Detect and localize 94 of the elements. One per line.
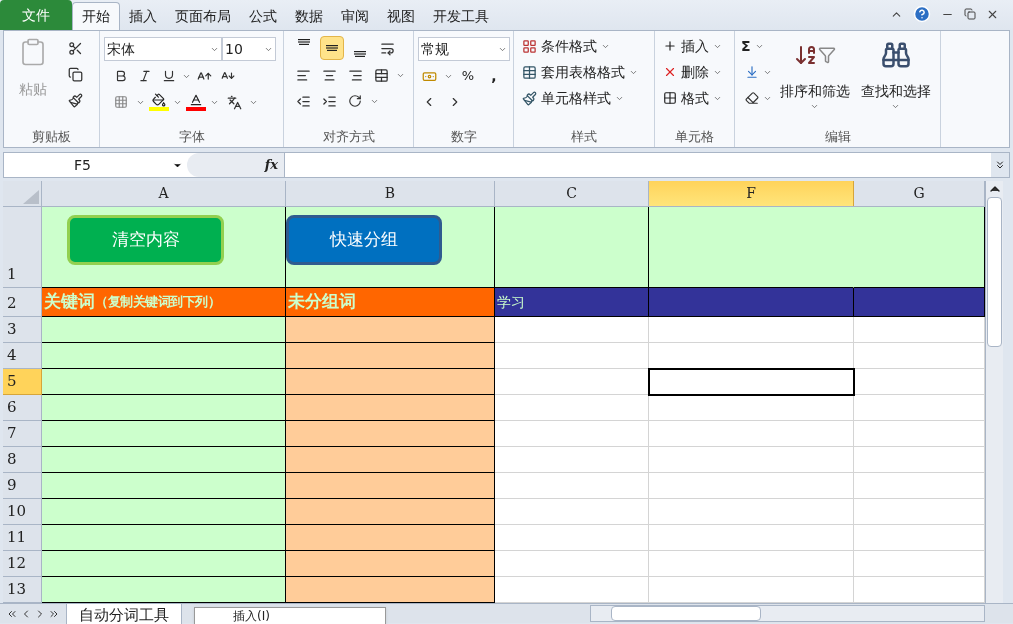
percent-button[interactable]: % bbox=[457, 66, 479, 86]
group-title: 字体 bbox=[178, 129, 205, 143]
horizontal-scrollbar[interactable] bbox=[590, 605, 985, 622]
font-size-field[interactable]: 10 bbox=[222, 37, 276, 61]
column-header[interactable]: A bbox=[42, 181, 286, 206]
ribbon-tab[interactable]: 审阅 bbox=[332, 2, 378, 30]
row-header[interactable]: 4 bbox=[3, 343, 42, 369]
row-header[interactable]: 7 bbox=[3, 421, 42, 447]
row-header[interactable]: 11 bbox=[3, 525, 42, 551]
sheet-cell[interactable] bbox=[286, 317, 495, 343]
sheet-cell[interactable] bbox=[42, 421, 286, 447]
header-note: （复制关键词到下列） bbox=[95, 293, 220, 312]
column-header[interactable]: B bbox=[286, 181, 495, 206]
align-icon bbox=[354, 51, 366, 57]
ribbon-tab[interactable]: 公式 bbox=[240, 2, 286, 30]
restore-icon[interactable] bbox=[964, 8, 976, 20]
grid-icon bbox=[663, 91, 677, 105]
row-header[interactable]: 8 bbox=[3, 447, 42, 473]
sheet-cell[interactable] bbox=[42, 317, 286, 343]
group-title: 剪贴板 bbox=[32, 129, 71, 143]
cells-menu-button[interactable]: 格式 bbox=[663, 87, 726, 109]
header-text: 学习 bbox=[497, 292, 525, 312]
comma-button[interactable]: , bbox=[483, 65, 505, 87]
group-title: 编辑 bbox=[824, 129, 851, 143]
sheet-cell[interactable] bbox=[42, 395, 286, 421]
number-format-field[interactable]: 常规 bbox=[418, 37, 510, 61]
row-header[interactable]: 2 bbox=[3, 288, 42, 317]
autosum-button[interactable]: Σ bbox=[741, 35, 751, 57]
sort-icon bbox=[793, 43, 818, 67]
plus-icon bbox=[663, 39, 677, 53]
paintbrush-icon bbox=[522, 90, 537, 106]
sheet-cell[interactable] bbox=[286, 369, 495, 395]
ribbon-tab[interactable]: 开发工具 bbox=[424, 2, 498, 30]
paint-bucket-icon[interactable] bbox=[152, 93, 166, 107]
styles-menu-button[interactable]: 单元格样式 bbox=[522, 87, 646, 109]
help-icon[interactable] bbox=[913, 5, 931, 23]
sheet-cell[interactable] bbox=[286, 525, 495, 551]
sheet-cell[interactable] bbox=[286, 499, 495, 525]
sheet-cell[interactable] bbox=[42, 499, 286, 525]
header-text: 未分组词 bbox=[288, 290, 356, 314]
sheet-cell[interactable] bbox=[286, 473, 495, 499]
sheet-tab[interactable]: 自动分词工具 bbox=[66, 603, 182, 624]
row-header[interactable]: 3 bbox=[3, 317, 42, 343]
ribbon-tab[interactable]: 开始 bbox=[72, 2, 120, 30]
cells-menu-button[interactable]: 插入 bbox=[663, 35, 726, 57]
sheet-cell[interactable] bbox=[42, 473, 286, 499]
styles-menu-button[interactable]: 条件格式 bbox=[522, 35, 646, 57]
header-text: 关键词 bbox=[44, 290, 95, 314]
editing-menu-button[interactable]: 查找和选择 bbox=[857, 35, 934, 125]
styles-menu-button[interactable]: 套用表格格式 bbox=[522, 61, 646, 83]
sheet-cell[interactable] bbox=[286, 447, 495, 473]
font-name-field[interactable]: 宋体 bbox=[104, 37, 222, 61]
sheet-cell[interactable] bbox=[286, 551, 495, 577]
ribbon-tab[interactable]: 页面布局 bbox=[166, 2, 240, 30]
ribbon-tab[interactable]: 数据 bbox=[286, 2, 332, 30]
cells-menu-button[interactable]: 删除 bbox=[663, 61, 726, 83]
row-header[interactable]: 12 bbox=[3, 551, 42, 577]
scroll-thumb[interactable] bbox=[987, 197, 1002, 347]
group-title: 数字 bbox=[450, 129, 477, 143]
vertical-align-button[interactable] bbox=[320, 36, 344, 60]
file-tab[interactable]: 文件 bbox=[0, 0, 72, 30]
editing-menu-button[interactable]: 排序和筛选 bbox=[776, 35, 853, 125]
corner-triangle-icon bbox=[23, 190, 39, 204]
sheet-cell[interactable] bbox=[286, 421, 495, 447]
group-title: 对齐方式 bbox=[322, 129, 375, 143]
sheet-cell[interactable] bbox=[286, 343, 495, 369]
sheet-cell[interactable] bbox=[42, 447, 286, 473]
cross-icon bbox=[663, 65, 677, 79]
group-title: 样式 bbox=[571, 129, 597, 143]
ribbon-tab[interactable]: 视图 bbox=[378, 2, 424, 30]
row-header[interactable]: 9 bbox=[3, 473, 42, 499]
row-header[interactable]: 10 bbox=[3, 499, 42, 525]
context-menu-item[interactable]: 插入(I) bbox=[195, 608, 385, 623]
row-header[interactable]: 1 bbox=[3, 207, 42, 288]
column-header[interactable]: F bbox=[649, 181, 854, 206]
font-color-icon[interactable] bbox=[189, 93, 203, 107]
sheet-cell[interactable] bbox=[42, 525, 286, 551]
sheet-cell[interactable] bbox=[42, 577, 286, 603]
row-header[interactable]: 6 bbox=[3, 395, 42, 421]
ribbon-tab[interactable]: 插入 bbox=[120, 2, 166, 30]
filter-icon bbox=[817, 46, 836, 64]
sheet-cell[interactable] bbox=[286, 577, 495, 603]
table-icon bbox=[522, 64, 537, 80]
sheet-cell[interactable] bbox=[42, 369, 286, 395]
align-icon bbox=[298, 39, 310, 45]
align-icon bbox=[326, 45, 338, 51]
macro-button[interactable]: 快速分组 bbox=[286, 215, 442, 265]
sheet-cell[interactable] bbox=[42, 551, 286, 577]
sheet-cell[interactable] bbox=[42, 343, 286, 369]
group-title: 单元格 bbox=[675, 129, 714, 143]
grid-icon bbox=[522, 38, 537, 54]
row-header[interactable]: 5 bbox=[3, 369, 42, 395]
sheet-cell[interactable] bbox=[286, 395, 495, 421]
row-header[interactable]: 13 bbox=[3, 577, 42, 603]
